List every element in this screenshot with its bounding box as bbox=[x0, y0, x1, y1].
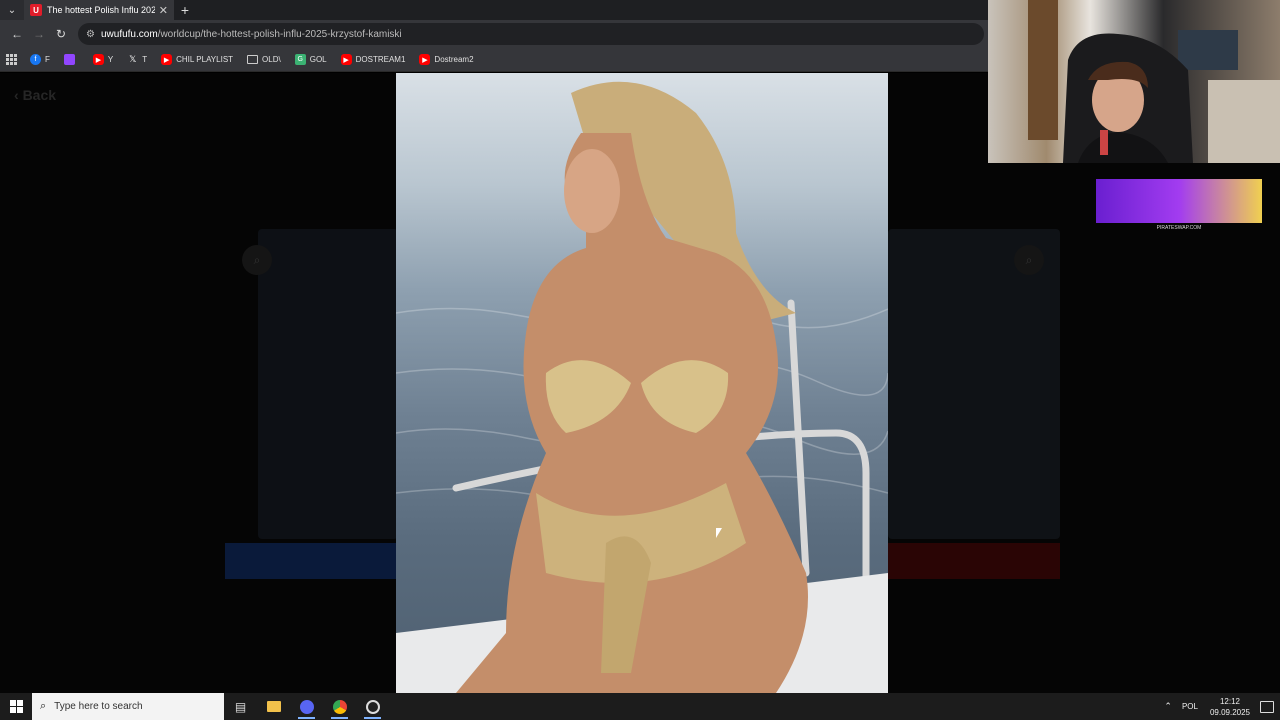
bookmark-twitch[interactable] bbox=[63, 54, 79, 65]
right-select-button[interactable] bbox=[888, 543, 1060, 579]
bookmark-gol[interactable]: G GOL bbox=[294, 54, 327, 65]
back-label: Back bbox=[22, 87, 57, 103]
bookmark-label: OLD\ bbox=[262, 55, 281, 64]
bookmark-dostream1[interactable]: ▶ DOSTREAM1 bbox=[340, 54, 406, 65]
discord-icon[interactable] bbox=[290, 693, 323, 720]
tab-search-icon[interactable]: ⌄ bbox=[0, 0, 24, 20]
uwufufu-favicon-icon: U bbox=[30, 4, 42, 16]
obs-icon[interactable] bbox=[356, 693, 389, 720]
zoom-icon[interactable]: ⌕ bbox=[242, 245, 272, 275]
back-arrow-icon[interactable]: ← bbox=[6, 23, 28, 45]
url-path: /worldcup/the-hottest-polish-influ-2025-… bbox=[157, 28, 402, 40]
windows-taskbar: ⌕ Type here to search ▤ ⌃ POL 12:12 09.0… bbox=[0, 693, 1280, 720]
tab-title: The hottest Polish Influ 2025 | U bbox=[47, 5, 155, 15]
bookmark-facebook[interactable]: fF bbox=[30, 54, 50, 65]
language-indicator[interactable]: POL bbox=[1182, 702, 1198, 711]
address-bar[interactable]: ⚙ uwufufu.com /worldcup/the-hottest-poli… bbox=[78, 23, 984, 45]
enlarged-photo[interactable] bbox=[396, 73, 888, 693]
twitch-icon bbox=[63, 54, 75, 65]
x-icon: 𝕏 bbox=[129, 54, 137, 64]
bookmark-label: Y bbox=[107, 55, 114, 64]
taskbar-search[interactable]: ⌕ Type here to search bbox=[32, 693, 224, 720]
photo-illustration bbox=[396, 81, 888, 693]
bookmark-label: DOSTREAM1 bbox=[355, 55, 406, 64]
task-view-icon[interactable]: ▤ bbox=[224, 693, 257, 720]
youtube-icon: ▶ bbox=[92, 54, 104, 65]
back-link[interactable]: ‹ Back bbox=[14, 87, 56, 103]
close-tab-icon[interactable]: ✕ bbox=[159, 4, 168, 17]
forward-arrow-icon[interactable]: → bbox=[28, 23, 50, 45]
youtube-icon: ▶ bbox=[340, 54, 352, 65]
chevron-up-icon[interactable]: ⌃ bbox=[1164, 701, 1172, 712]
chrome-icon[interactable] bbox=[323, 693, 356, 720]
bookmark-youtube[interactable]: ▶ Y bbox=[92, 54, 114, 65]
search-placeholder: Type here to search bbox=[54, 701, 143, 712]
bookmark-folder-old[interactable]: OLD\ bbox=[247, 55, 281, 64]
url-host: uwufufu.com bbox=[100, 28, 158, 40]
reload-icon[interactable]: ↻ bbox=[50, 23, 72, 45]
youtube-icon: ▶ bbox=[419, 54, 431, 65]
new-tab-button[interactable]: + bbox=[174, 0, 196, 20]
gol-icon: G bbox=[294, 54, 306, 65]
apps-grid-icon[interactable] bbox=[6, 53, 18, 66]
browser-toolbar: ← → ↻ ⚙ uwufufu.com /worldcup/the-hottes… bbox=[0, 20, 990, 48]
mouse-cursor bbox=[716, 528, 722, 538]
right-candidate-card[interactable]: ⌕ bbox=[888, 229, 1060, 539]
youtube-icon: ▶ bbox=[161, 54, 173, 65]
clock-date: 09.09.2025 bbox=[1209, 707, 1250, 717]
webcam-overlay bbox=[988, 0, 1280, 163]
bookmark-dostream2[interactable]: ▶ Dostream2 bbox=[419, 54, 474, 65]
notifications-icon[interactable] bbox=[1260, 700, 1274, 713]
zoom-icon[interactable]: ⌕ bbox=[1014, 245, 1044, 275]
ad-banner[interactable]: PIRATESWAP.COM bbox=[1096, 179, 1262, 231]
facebook-icon: f bbox=[30, 54, 41, 65]
site-info-icon[interactable]: ⚙ bbox=[86, 29, 95, 40]
search-icon: ⌕ bbox=[40, 700, 47, 712]
windows-logo-icon bbox=[9, 700, 23, 713]
bookmarks-bar: fF ▶ Y 𝕏T ▶ CHIL PLAYLIST OLD\ G GOL ▶ DOSTR… bbox=[0, 48, 990, 72]
active-tab[interactable]: U The hottest Polish Influ 2025 | U ✕ bbox=[24, 0, 174, 20]
clock[interactable]: 12:12 09.09.2025 bbox=[1210, 696, 1250, 718]
system-tray: ⌃ POL 12:12 09.09.2025 bbox=[1164, 696, 1280, 718]
bookmark-label: F bbox=[45, 55, 50, 64]
left-candidate-card[interactable]: ⌕ bbox=[242, 229, 398, 539]
bookmark-x[interactable]: 𝕏T bbox=[127, 54, 147, 65]
bookmark-chil-playlist[interactable]: ▶ CHIL PLAYLIST bbox=[161, 54, 233, 65]
bookmark-label: T bbox=[142, 55, 148, 64]
bookmark-label: GOL bbox=[309, 55, 327, 64]
folder-icon bbox=[247, 55, 259, 64]
file-explorer-icon[interactable] bbox=[257, 693, 290, 720]
bookmark-label: CHIL PLAYLIST bbox=[176, 55, 234, 64]
ad-label: PIRATESWAP.COM bbox=[1156, 225, 1202, 231]
start-button[interactable] bbox=[0, 693, 32, 720]
bookmark-label: Dostream2 bbox=[434, 55, 474, 64]
page-content: ‹ Back ⌕ ⌕ bbox=[0, 73, 1280, 693]
webcam-illustration bbox=[1028, 0, 1280, 163]
left-select-button[interactable] bbox=[225, 543, 400, 579]
clock-time: 12:12 bbox=[1219, 696, 1240, 706]
